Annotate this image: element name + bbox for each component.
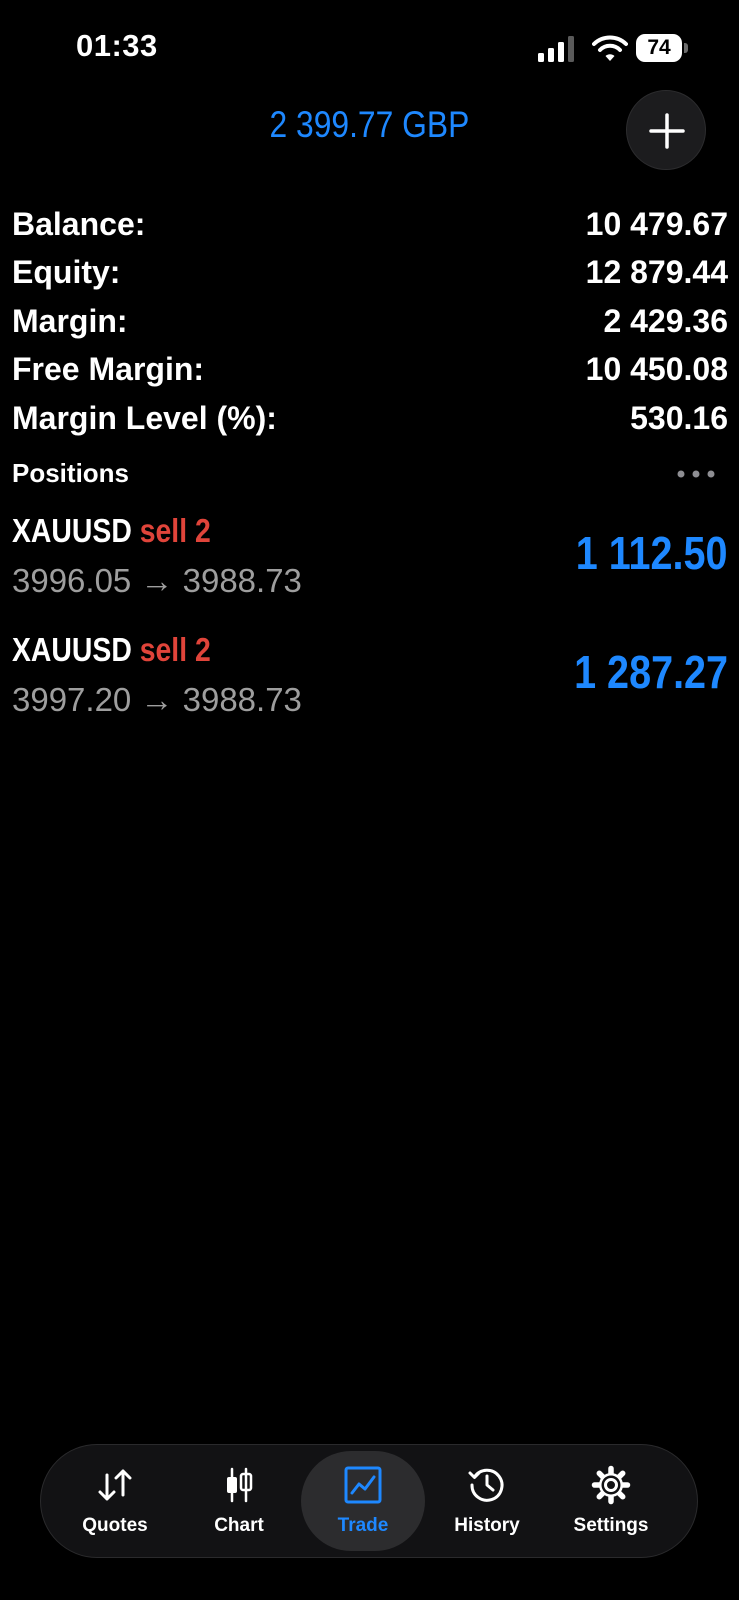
battery-cap	[684, 43, 688, 53]
summary-value: 10 479.67	[585, 205, 728, 242]
plus-icon	[649, 113, 685, 149]
status-time: 01:33	[76, 28, 158, 63]
summary-label: Margin Level (%):	[12, 399, 277, 436]
new-order-button[interactable]	[626, 90, 706, 170]
history-clock-icon	[468, 1468, 504, 1502]
tab-settings[interactable]: Settings	[549, 1451, 673, 1551]
tab-quotes[interactable]: Quotes	[53, 1451, 177, 1551]
position-title: XAUUSD sell 2	[12, 512, 211, 550]
tab-trade[interactable]: Trade	[301, 1451, 425, 1551]
position-type: sell 2	[139, 512, 211, 549]
wifi-icon	[592, 35, 628, 61]
position-row[interactable]: XAUUSD sell 2 3996.05 → 3988.73 1 112.50	[12, 512, 728, 622]
tab-label: History	[454, 1515, 520, 1536]
summary-label: Balance:	[12, 205, 146, 242]
summary-row-equity: Equity: 12 879.44	[12, 249, 728, 298]
summary-value: 530.16	[630, 399, 728, 436]
summary-label: Free Margin:	[12, 351, 205, 388]
position-prices: 3996.05 → 3988.73	[12, 562, 302, 599]
summary-row-balance: Balance: 10 479.67	[12, 200, 728, 249]
summary-row-free-margin: Free Margin: 10 450.08	[12, 346, 728, 395]
tab-label: Trade	[337, 1515, 389, 1536]
position-symbol: XAUUSD	[12, 631, 132, 668]
tab-chart[interactable]: Chart	[177, 1451, 301, 1551]
summary-label: Equity:	[12, 254, 121, 291]
summary-label: Margin:	[12, 302, 128, 339]
tab-history[interactable]: History	[425, 1451, 549, 1551]
cellular-signal-icon	[538, 36, 574, 62]
summary-value: 2 429.36	[603, 302, 728, 339]
position-type: sell 2	[139, 631, 211, 668]
battery-icon: 74	[636, 34, 688, 62]
position-row[interactable]: XAUUSD sell 2 3997.20 → 3988.73 1 287.27	[12, 631, 728, 741]
more-options-icon[interactable]	[676, 468, 716, 480]
candlestick-chart-icon	[227, 1467, 253, 1503]
summary-value: 10 450.08	[585, 351, 728, 388]
tab-label: Quotes	[82, 1515, 148, 1536]
summary-row-margin: Margin: 2 429.36	[12, 297, 728, 346]
position-symbol: XAUUSD	[12, 512, 132, 549]
summary-value: 12 879.44	[585, 254, 728, 291]
position-prices: 3997.20 → 3988.73	[12, 681, 302, 718]
tab-label: Settings	[573, 1515, 649, 1536]
position-profit: 1 112.50	[576, 527, 728, 579]
position-title: XAUUSD sell 2	[12, 631, 211, 669]
tab-label: Chart	[214, 1515, 264, 1536]
gear-icon	[591, 1465, 631, 1505]
positions-section-title: Positions	[12, 458, 130, 488]
quotes-arrows-icon	[98, 1469, 132, 1501]
position-profit: 1 287.27	[574, 646, 728, 698]
trade-chart-icon	[344, 1466, 382, 1504]
battery-level: 74	[636, 34, 682, 62]
summary-row-margin-level: Margin Level (%): 530.16	[12, 394, 728, 443]
account-summary: Balance: 10 479.67 Equity: 12 879.44 Mar…	[12, 200, 728, 443]
header-equity: 2 399.77 GBP	[269, 104, 470, 145]
status-bar: 01:33 74	[0, 0, 739, 90]
bottom-tab-bar: Quotes Chart Trade History Settings	[40, 1444, 698, 1558]
